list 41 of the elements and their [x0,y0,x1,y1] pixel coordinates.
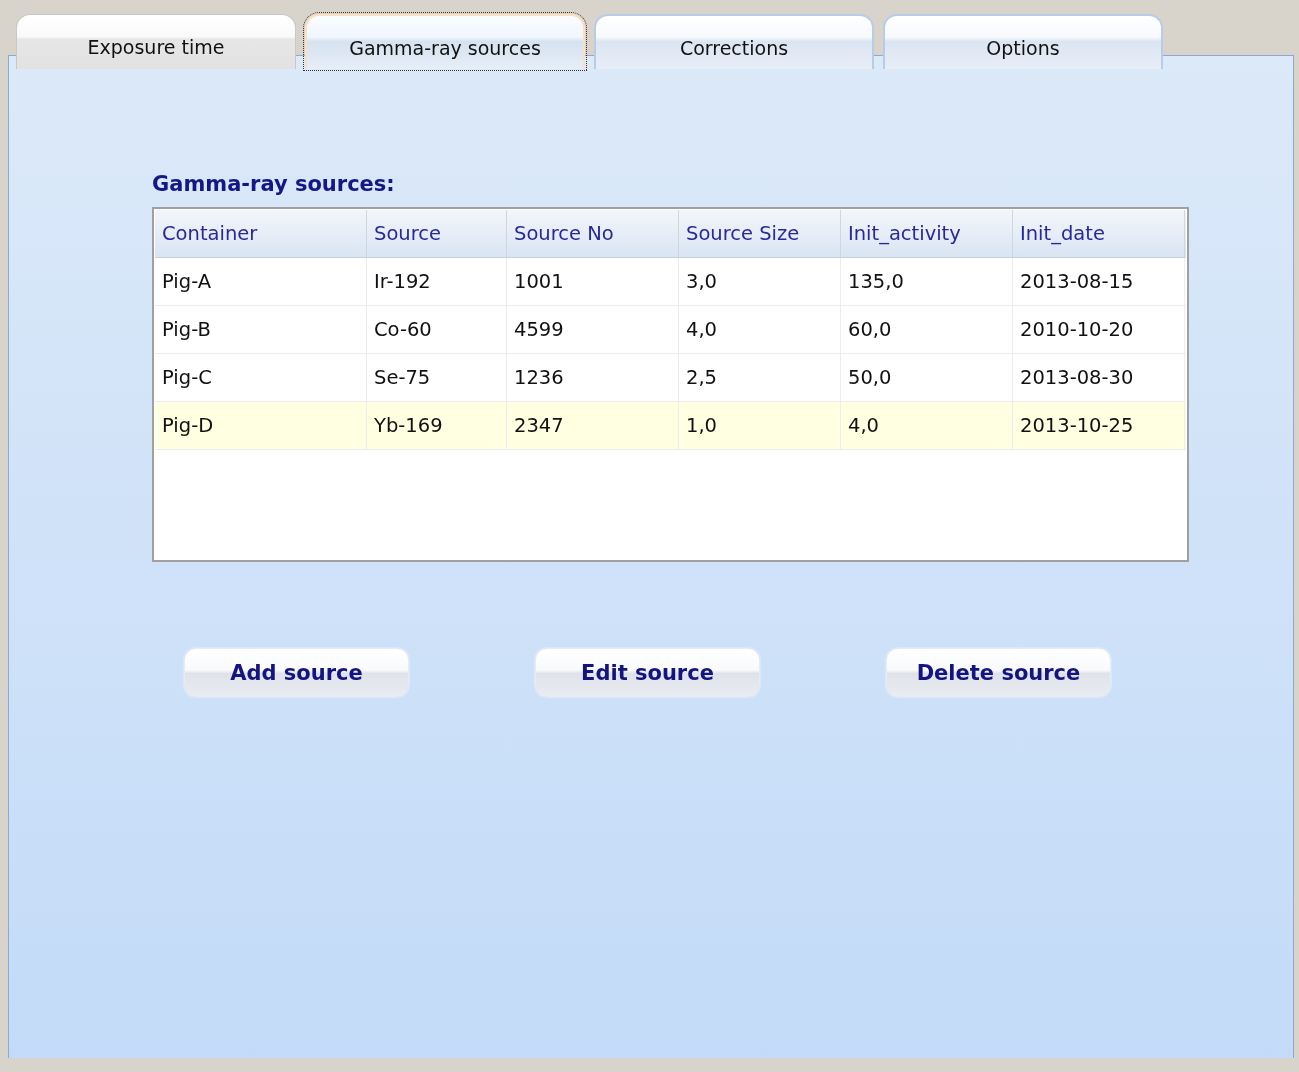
table-cell: 2013-08-15 [1013,258,1185,305]
tab[interactable]: Options [883,14,1163,69]
column-header[interactable]: Container [155,210,367,257]
table-cell: 4,0 [679,306,841,353]
table-cell: Pig-A [155,258,367,305]
table-cell: Co-60 [367,306,507,353]
table-cell: 2,5 [679,354,841,401]
table-cell: 1001 [507,258,679,305]
table-cell: 2347 [507,402,679,449]
table-cell: Pig-D [155,402,367,449]
column-header[interactable]: Source [367,210,507,257]
column-header[interactable]: Source Size [679,210,841,257]
column-header[interactable]: Init_activity [841,210,1013,257]
table-cell: 3,0 [679,258,841,305]
table-cell: Pig-B [155,306,367,353]
table-cell: 135,0 [841,258,1013,305]
action-button[interactable]: Delete source [886,648,1111,697]
table-cell: 4599 [507,306,679,353]
table-cell: Pig-C [155,354,367,401]
table-row[interactable]: Pig-A Ir-192 1001 3,0 135,0 2013-08-15 [155,258,1186,306]
column-header[interactable]: Init_date [1013,210,1185,257]
table-cell: 1236 [507,354,679,401]
action-button[interactable]: Add source [184,648,409,697]
table-row[interactable]: Pig-B Co-60 4599 4,0 60,0 2010-10-20 [155,306,1186,354]
section-title: Gamma-ray sources: [152,172,395,196]
table-cell: 50,0 [841,354,1013,401]
table-cell: 60,0 [841,306,1013,353]
table-cell: 2010-10-20 [1013,306,1185,353]
tab[interactable]: Corrections [594,14,874,69]
table-cell: Se-75 [367,354,507,401]
tab[interactable]: Gamma-ray sources [305,14,585,69]
table-cell: 2013-08-30 [1013,354,1185,401]
column-header[interactable]: Source No [507,210,679,257]
table-cell: Yb-169 [367,402,507,449]
table-cell: Ir-192 [367,258,507,305]
table-cell: 1,0 [679,402,841,449]
table-cell: 4,0 [841,402,1013,449]
tab[interactable]: Exposure time [16,14,296,69]
table-row[interactable]: Pig-D Yb-169 2347 1,0 4,0 2013-10-25 [155,402,1186,450]
table-cell: 2013-10-25 [1013,402,1185,449]
action-button[interactable]: Edit source [535,648,760,697]
